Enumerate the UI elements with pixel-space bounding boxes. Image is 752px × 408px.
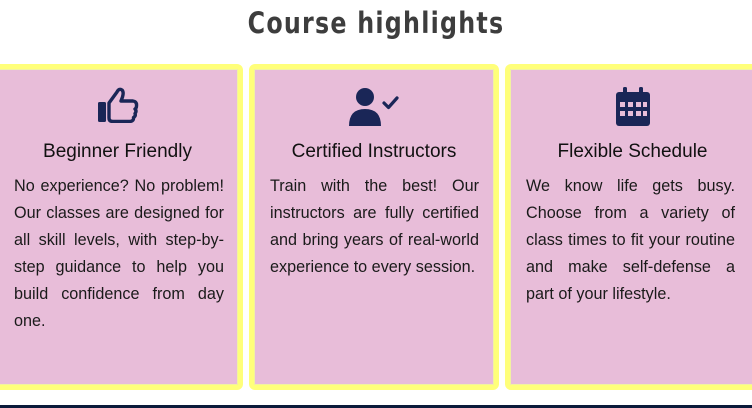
highlight-card-beginner: Beginner Friendly No experience? No prob…: [0, 64, 243, 390]
section-title: Course highlights: [247, 6, 505, 40]
card-text: We know life gets busy. Choose from a va…: [526, 177, 735, 303]
card-title: Flexible Schedule: [557, 141, 708, 162]
user-check-icon: [254, 87, 494, 127]
card-title: Beginner Friendly: [43, 141, 192, 162]
card-text: No experience? No problem! Our classes a…: [14, 177, 224, 330]
card-text: Train with the best! Our instructors are…: [270, 177, 479, 276]
thumbs-up-icon: [0, 87, 238, 123]
highlight-card-schedule: Flexible Schedule We know life gets busy…: [505, 64, 752, 390]
card-title: Certified Instructors: [291, 141, 457, 162]
highlight-card-instructors: Certified Instructors Train with the bes…: [249, 64, 499, 390]
calendar-icon: [510, 87, 752, 127]
